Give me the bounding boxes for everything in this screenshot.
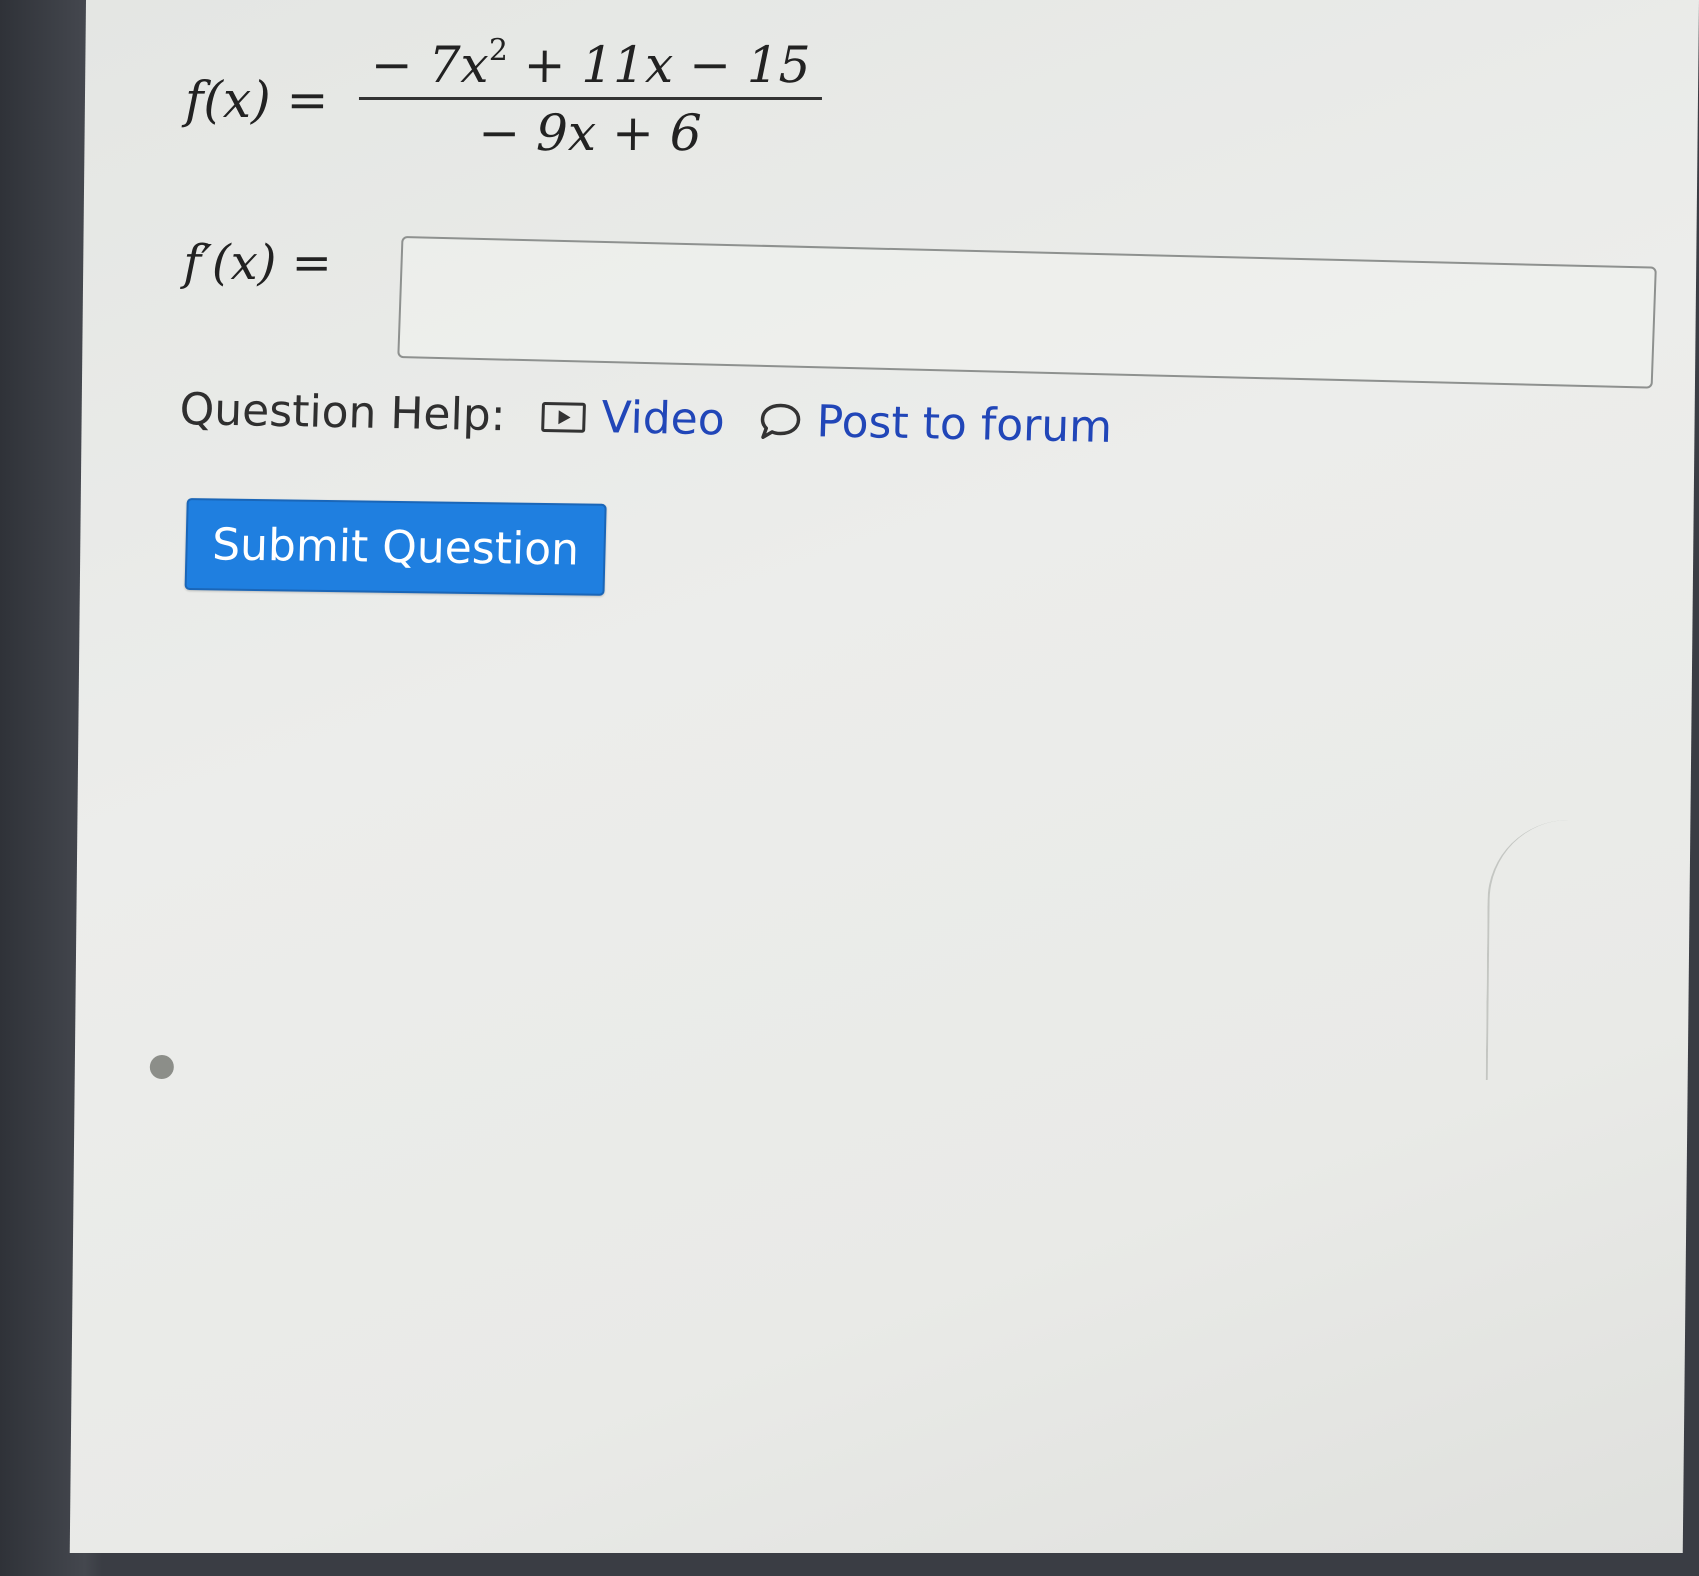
post-to-forum-label: Post to forum [815, 396, 1113, 453]
answer-input[interactable] [397, 236, 1657, 389]
video-link[interactable]: Video [541, 391, 726, 446]
fraction-numerator: − 7x2 + 11x − 15 [358, 33, 822, 97]
video-link-label: Video [600, 392, 726, 446]
derivative-row: f′(x) = [183, 235, 362, 291]
fraction-denominator: − 9x + 6 [478, 104, 702, 162]
post-to-forum-link[interactable]: Post to forum [758, 395, 1113, 453]
derivative-label: f′(x) = [182, 235, 333, 291]
screen-speck [149, 1055, 174, 1079]
numerator-rest: + 11x − 15 [507, 36, 811, 94]
function-label: f(x) = [184, 70, 329, 129]
screen-glare [1485, 820, 1571, 1080]
question-help: Question Help: Video Post to forum [179, 384, 1113, 453]
function-fraction: − 7x2 + 11x − 15 − 9x + 6 [358, 33, 823, 162]
chat-bubble-icon [760, 403, 801, 439]
numerator-exponent: 2 [488, 33, 509, 68]
numerator-lead: − 7x [370, 36, 489, 94]
function-definition: f(x) = − 7x2 + 11x − 15 − 9x + 6 [184, 33, 823, 162]
question-help-label: Question Help: [178, 384, 507, 442]
question-page: f(x) = − 7x2 + 11x − 15 − 9x + 6 f′(x) =… [69, 0, 1699, 1553]
submit-question-button[interactable]: Submit Question [184, 498, 607, 596]
play-icon [541, 401, 586, 433]
